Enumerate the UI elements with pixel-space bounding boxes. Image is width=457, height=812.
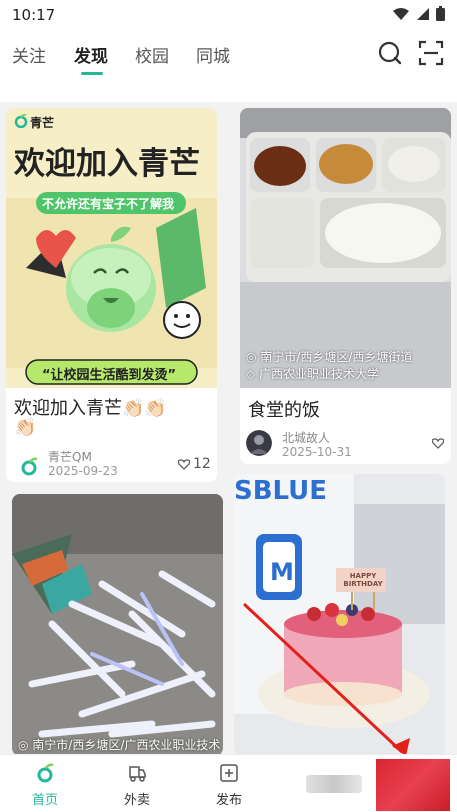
like-count[interactable]: 12 — [178, 456, 211, 472]
post-title[interactable]: 欢迎加入青芒👏🏻👏🏻 — [14, 394, 167, 420]
scan-icon[interactable] — [418, 40, 444, 66]
post-location: ◎ 南宁市/西乡塘区/广西农业职业技术 — [18, 738, 221, 752]
post-date: 2025-09-23 — [48, 464, 118, 478]
tab-campus[interactable]: 校园 — [135, 42, 169, 67]
status-time: 10:17 — [12, 6, 56, 24]
banner-brand: 青芒 — [30, 116, 55, 130]
banner-subtitle: 不允许还有宝子不了解我 — [42, 197, 175, 211]
like-count-value: 12 — [193, 456, 211, 472]
glow-sticks-photo — [12, 494, 223, 754]
nav-home-label: 首页 — [31, 793, 58, 808]
status-icons — [392, 6, 445, 21]
active-tab-indicator — [81, 72, 103, 75]
top-nav: 关注 发现 校园 同城 — [0, 30, 457, 102]
author-name[interactable]: 北城故人 — [282, 429, 330, 446]
nav-publish[interactable]: 发布 — [194, 759, 264, 808]
red-overlay-block[interactable] — [376, 759, 450, 811]
avatar[interactable] — [246, 430, 272, 456]
post-title-line2[interactable]: 👏🏻 — [14, 417, 36, 438]
home-icon — [37, 763, 54, 783]
post-image[interactable]: SBLUE M HAPPY BIRTHDAY — [234, 474, 445, 754]
post-card[interactable]: ◎ 南宁市/西乡塘区/广西农业职业技术 — [12, 494, 223, 754]
tab-discover[interactable]: 发现 — [74, 42, 108, 67]
status-bar: 10:17 — [0, 0, 457, 30]
nav-delivery-label: 外卖 — [123, 793, 150, 808]
brand-logo-icon — [14, 114, 28, 128]
cake-topper-text: HAPPY BIRTHDAY — [343, 572, 383, 588]
wifi-icon — [393, 7, 409, 20]
post-date: 2025-10-31 — [282, 445, 352, 459]
nav-publish-label: 发布 — [215, 793, 242, 808]
bottom-nav: 首页 外卖 发布 — [0, 754, 457, 812]
blurred-nav-item[interactable] — [306, 775, 362, 793]
delivery-icon — [129, 766, 146, 782]
author-name[interactable]: 青芒QM — [48, 448, 92, 465]
post-card[interactable]: ◎ 南宁市/西乡塘区/西乡塘街道 ◇ 广西农业职业技术大学 食堂的饭 北城故人 … — [240, 108, 451, 464]
bag-brand-text: SBLUE — [234, 476, 328, 506]
tab-follow[interactable]: 关注 — [12, 42, 46, 67]
heart-icon — [178, 458, 190, 470]
post-title[interactable]: 食堂的饭 — [248, 396, 320, 422]
post-location: ◎ 南宁市/西乡塘区/西乡塘街道 — [246, 350, 413, 364]
nav-home[interactable]: 首页 — [10, 759, 80, 808]
canteen-food-photo — [240, 108, 451, 388]
post-image[interactable]: 青芒 欢迎加入青芒 不允许还有宝子不了解我 “让校园生活酷到发烫” — [6, 108, 217, 388]
post-card[interactable]: SBLUE M HAPPY BIRTHDAY — [234, 474, 445, 754]
search-icon[interactable] — [377, 40, 403, 66]
tab-city[interactable]: 同城 — [196, 42, 230, 67]
battery-icon — [436, 6, 445, 21]
post-school: ◇ 广西农业职业技术大学 — [246, 367, 380, 381]
heart-icon[interactable] — [432, 438, 444, 449]
plus-square-icon — [220, 764, 238, 782]
birthday-cake-photo — [234, 474, 445, 754]
post-card[interactable]: 青芒 欢迎加入青芒 不允许还有宝子不了解我 “让校园生活酷到发烫” 欢迎加入青芒… — [6, 108, 217, 482]
post-image[interactable]: ◎ 南宁市/西乡塘区/西乡塘街道 ◇ 广西农业职业技术大学 — [240, 108, 451, 388]
nav-delivery[interactable]: 外卖 — [102, 759, 172, 808]
bag-logo-letter: M — [270, 558, 294, 586]
avatar[interactable] — [16, 453, 42, 479]
feed[interactable]: 青芒 欢迎加入青芒 不允许还有宝子不了解我 “让校园生活酷到发烫” 欢迎加入青芒… — [0, 104, 457, 754]
banner-slogan: “让校园生活酷到发烫” — [42, 368, 177, 383]
post-image[interactable]: ◎ 南宁市/西乡塘区/广西农业职业技术 — [12, 494, 223, 754]
signal-icon — [417, 7, 429, 20]
banner-headline: 欢迎加入青芒 — [14, 146, 200, 182]
